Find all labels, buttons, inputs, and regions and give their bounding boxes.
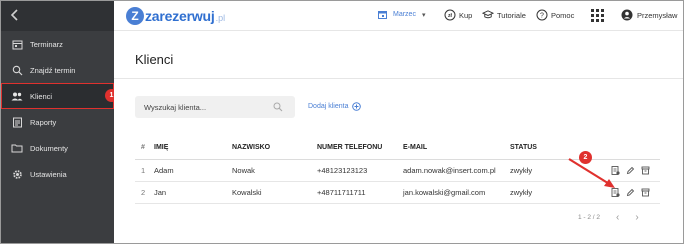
sidebar: Terminarz Znajdź termin Klienci Raporty [1,1,114,243]
sidebar-header [1,1,114,31]
logo-text: zarezerwuj [145,8,215,24]
archive-icon[interactable] [641,166,650,175]
folder-icon [11,142,23,154]
sidebar-item-klienci[interactable]: Klienci [1,83,114,109]
column-header-phone[interactable]: NUMER TELEFONU [317,137,403,160]
cell-email: jan.kowalski@gmail.com [403,181,510,204]
clients-table: # IMIĘ NAZWISKO NUMER TELEFONU E-MAIL ST… [135,137,660,204]
sidebar-item-label: Klienci [30,91,53,101]
search-placeholder: Wyszukaj klienta... [144,102,207,112]
tutorials-button[interactable]: Tutoriale [482,9,526,21]
cell-name: Adam [154,159,232,182]
coin-icon: zł [444,9,456,21]
chevron-left-icon[interactable]: ‹ [616,212,619,223]
chevron-right-icon[interactable]: › [635,212,638,223]
user-menu[interactable]: Przemysław [621,9,677,21]
divider [114,78,683,79]
client-card-icon[interactable] [611,187,620,197]
column-header-number[interactable]: # [135,137,154,160]
cell-actions [594,159,660,182]
user-avatar-icon [621,9,633,21]
gear-icon [11,168,23,180]
cell-phone: +48123123123 [317,159,403,182]
search-input[interactable]: Wyszukaj klienta... [135,96,295,118]
column-header-actions [594,137,660,160]
calendar-icon [11,38,23,50]
edit-pencil-icon[interactable] [626,188,635,197]
report-icon [11,116,23,128]
cell-surname: Nowak [232,159,317,182]
user-name: Przemysław [637,10,678,20]
people-icon [11,90,23,102]
cell-status: zwykły [510,181,594,204]
buy-label: Kup [459,10,473,20]
sidebar-item-dokumenty[interactable]: Dokumenty [1,135,114,161]
cell-email: adam.nowak@insert.com.pl [403,159,510,182]
pagination-range: 1 - 2 / 2 [578,214,601,221]
cell-number: 2 [135,181,154,204]
edit-pencil-icon[interactable] [626,166,635,175]
svg-text:zł: zł [448,13,453,19]
annotation-badge-2: 2 [579,151,592,164]
column-header-surname[interactable]: NAZWISKO [232,137,317,160]
sidebar-item-label: Terminarz [30,39,63,49]
app-window: Terminarz Znajdź termin Klienci Raporty [0,0,684,244]
mortarboard-icon [482,9,494,21]
logo-tld: .pl [215,12,226,23]
archive-icon[interactable] [641,188,650,197]
add-client-label: Dodaj klienta [308,103,349,110]
svg-text:?: ? [540,13,544,20]
help-label: Pomoc [551,10,575,20]
top-bar: Z zarezerwuj .pl Marzec ▾ zł Kup Tutoria… [114,1,683,31]
tutorials-label: Tutoriale [497,10,526,20]
pagination: 1 - 2 / 2 ‹ › [578,212,639,223]
chevron-left-icon[interactable] [10,8,24,24]
help-button[interactable]: ? Pomoc [536,9,574,21]
page-title: Klienci [135,52,174,67]
logo[interactable]: Z zarezerwuj .pl [126,7,225,25]
search-icon [11,64,23,76]
cell-name: Jan [154,181,232,204]
cell-actions [594,181,660,204]
client-card-icon[interactable] [611,165,620,175]
cell-number: 1 [135,159,154,182]
cell-surname: Kowalski [232,181,317,204]
sidebar-item-label: Znajdź termin [30,65,76,75]
sidebar-item-ustawienia[interactable]: Ustawienia [1,161,114,187]
column-header-email[interactable]: E-MAIL [403,137,510,160]
cell-phone: +48711711711 [317,181,403,204]
logo-mark: Z [126,7,144,25]
search-icon [273,102,283,112]
plus-circle-icon [352,102,362,111]
month-selector[interactable]: Marzec ▾ [378,10,425,19]
calendar-icon [378,10,387,19]
add-client-button[interactable]: Dodaj klienta [308,102,362,111]
caret-down-icon: ▾ [421,11,426,19]
sidebar-item-label: Raporty [30,117,57,127]
table-row[interactable]: 2 Jan Kowalski +48711711711 jan.kowalski… [135,181,660,204]
help-icon: ? [536,9,548,21]
column-header-name[interactable]: IMIĘ [154,137,232,160]
month-label: Marzec [393,11,416,18]
apps-grid-icon[interactable] [591,9,604,22]
buy-button[interactable]: zł Kup [444,9,472,21]
main-content: Klienci Wyszukaj klienta... Dodaj klient… [114,32,683,243]
sidebar-item-label: Dokumenty [30,143,68,153]
sidebar-item-raporty[interactable]: Raporty [1,109,114,135]
sidebar-item-terminarz[interactable]: Terminarz [1,31,114,57]
sidebar-item-znajdz-termin[interactable]: Znajdź termin [1,57,114,83]
sidebar-item-label: Ustawienia [30,169,67,179]
